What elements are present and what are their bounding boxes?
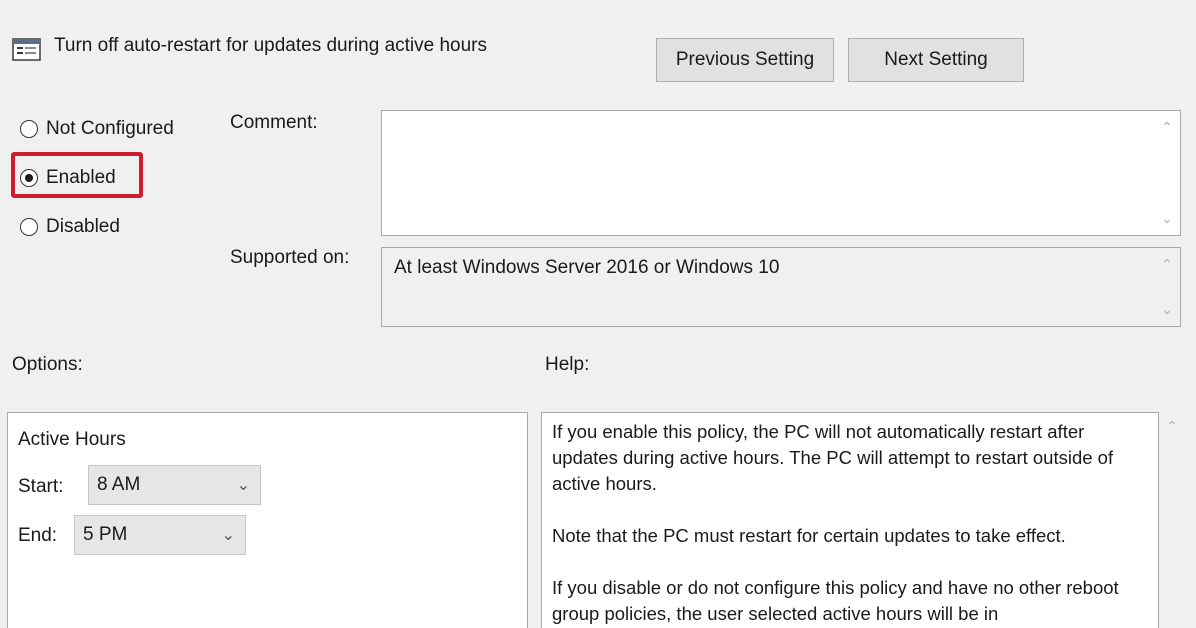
help-panel: If you enable this policy, the PC will n… [541, 412, 1159, 628]
scroll-up-icon[interactable]: ⌃ [1154, 256, 1180, 273]
previous-setting-button[interactable]: Previous Setting [656, 38, 834, 82]
radio-label: Disabled [46, 216, 120, 237]
help-label: Help: [545, 354, 590, 375]
start-label: Start: [18, 476, 64, 497]
next-setting-button[interactable]: Next Setting [848, 38, 1024, 82]
supported-on-label: Supported on: [230, 247, 350, 268]
radio-disabled[interactable]: Disabled [20, 216, 120, 238]
policy-title: Turn off auto-restart for updates during… [54, 35, 488, 56]
radio-enabled[interactable]: Enabled [20, 167, 116, 189]
options-label: Options: [12, 354, 83, 375]
comment-label: Comment: [230, 112, 318, 133]
supported-on-value: At least Windows Server 2016 or Windows … [394, 257, 780, 278]
active-hours-label: Active Hours [18, 429, 126, 450]
start-time-dropdown[interactable]: 8 AM ⌄ [88, 465, 261, 505]
comment-scrollbar[interactable]: ⌃ ⌄ [1154, 111, 1180, 235]
radio-not-configured[interactable]: Not Configured [20, 118, 174, 140]
radio-button-selected-icon[interactable] [20, 169, 38, 187]
end-label: End: [18, 525, 58, 546]
help-paragraph: If you disable or do not configure this … [552, 577, 1119, 624]
radio-label: Not Configured [46, 118, 174, 139]
help-paragraph: If you enable this policy, the PC will n… [552, 421, 1114, 494]
supported-on-field: At least Windows Server 2016 or Windows … [381, 247, 1181, 327]
radio-button-icon[interactable] [20, 218, 38, 236]
options-panel: Active Hours Start: 8 AM ⌄ End: 5 PM ⌄ [7, 412, 528, 628]
scroll-down-icon[interactable]: ⌄ [1154, 301, 1180, 318]
radio-button-icon[interactable] [20, 120, 38, 138]
policy-setting-icon [12, 36, 42, 62]
radio-label: Enabled [46, 167, 116, 188]
start-time-value: 8 AM [97, 474, 141, 495]
chevron-down-icon[interactable]: ⌄ [222, 525, 235, 545]
scroll-up-icon[interactable]: ⌃ [1154, 119, 1180, 136]
help-paragraph: Note that the PC must restart for certai… [552, 525, 1066, 546]
comment-textarea[interactable]: ⌃ ⌄ [381, 110, 1181, 236]
end-time-value: 5 PM [83, 524, 128, 545]
scroll-down-icon[interactable]: ⌄ [1154, 210, 1180, 227]
help-text: If you enable this policy, the PC will n… [552, 419, 1152, 628]
supported-scrollbar[interactable]: ⌃ ⌄ [1154, 248, 1180, 326]
scroll-up-icon[interactable]: ⌃ [1166, 418, 1178, 435]
chevron-down-icon[interactable]: ⌄ [237, 475, 250, 495]
end-time-dropdown[interactable]: 5 PM ⌄ [74, 515, 246, 555]
